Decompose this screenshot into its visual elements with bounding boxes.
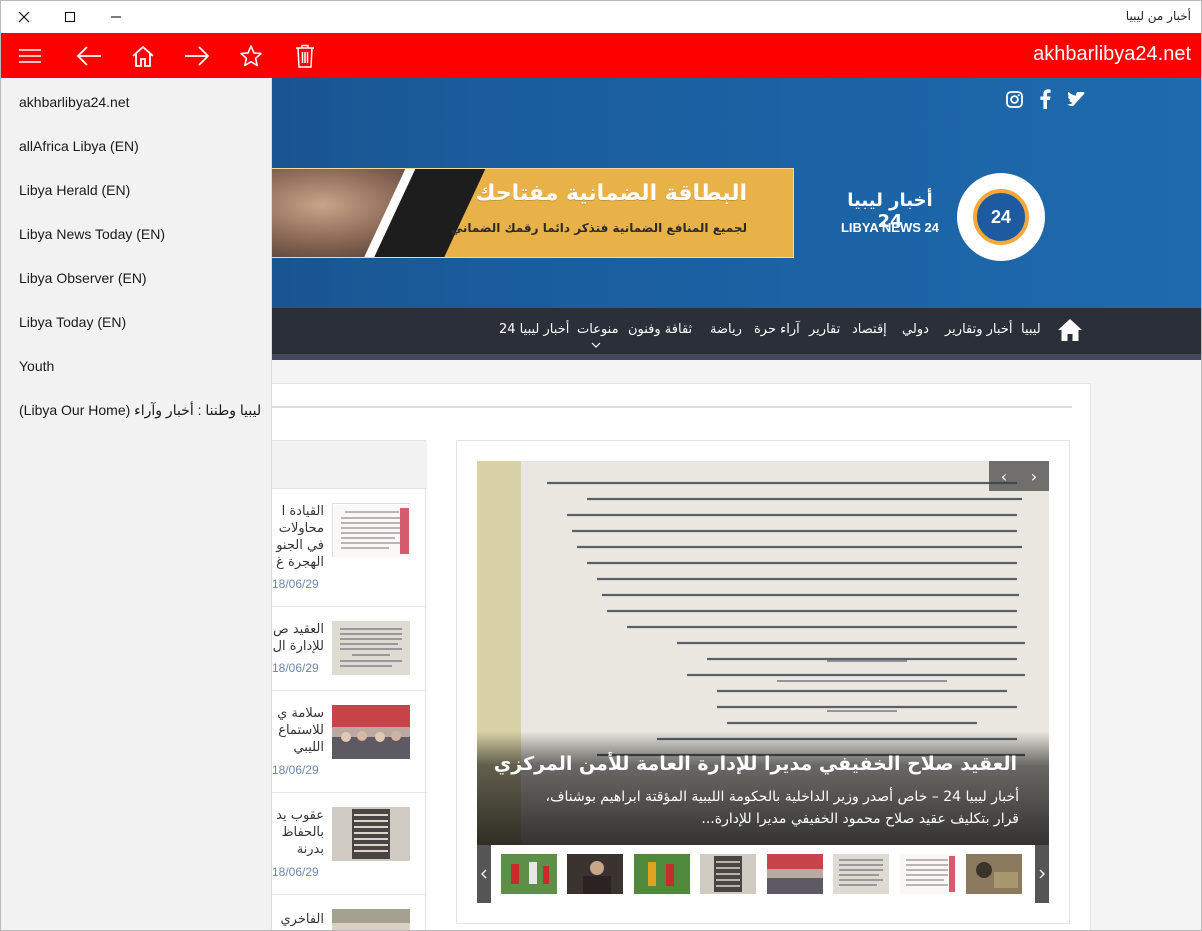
- drawer-item-libya-our-home[interactable]: ليبيا وطننا : أخبار وآراء (Libya Our Hom…: [19, 402, 261, 419]
- news-thumbnail[interactable]: [332, 503, 410, 557]
- drawer-item-libya-today[interactable]: Libya Today (EN): [19, 314, 126, 330]
- featured-slider: العقيد صلاح الخفيفي مديرا للإدارة العامة…: [456, 440, 1070, 924]
- nav-item-reports[interactable]: تقارير: [809, 322, 840, 337]
- drawer-item-akhbarlibya24[interactable]: akhbarlibya24.net: [19, 94, 130, 110]
- thumbs-next-button[interactable]: [1035, 845, 1049, 903]
- forward-button[interactable]: [170, 33, 224, 78]
- chevron-left-icon: [481, 869, 487, 879]
- nav-item-akhbar-libya[interactable]: أخبار ليبيا 24: [499, 322, 569, 337]
- news-title[interactable]: العقيد ص للإدارة ال: [272, 621, 324, 657]
- nav-item-sports[interactable]: رياضة: [710, 322, 742, 337]
- section-divider: [232, 406, 1072, 408]
- news-date: 18/06/29: [272, 865, 319, 879]
- news-list: القيادة ا محاولات في الجنو الهجرة غ 18/0…: [251, 440, 427, 930]
- minimize-icon: [111, 16, 121, 18]
- slide-next-button[interactable]: ›: [1019, 461, 1049, 491]
- nav-item-international[interactable]: دولي: [902, 322, 929, 337]
- drawer-item-youth[interactable]: Youth: [19, 358, 54, 374]
- news-list-header: [252, 441, 427, 489]
- app-bar: akhbarlibya24.net: [1, 33, 1201, 78]
- news-date: 18/06/29: [272, 763, 319, 777]
- forward-arrow-icon: [185, 45, 210, 66]
- nav-home-button[interactable]: [1057, 318, 1083, 344]
- slider-thumbnail[interactable]: [567, 854, 623, 894]
- news-date: 18/06/29: [272, 661, 319, 675]
- thumbs-prev-button[interactable]: [477, 845, 491, 903]
- home-button[interactable]: [116, 33, 170, 78]
- title-bar: أخبار من ليبيا: [1, 1, 1201, 33]
- slider-thumbnail[interactable]: [634, 854, 690, 894]
- chevron-right-icon: [1039, 869, 1045, 879]
- list-item[interactable]: العقيد ص للإدارة ال 18/06/29: [252, 607, 427, 691]
- drawer-item-allafrica[interactable]: allAfrica Libya (EN): [19, 138, 139, 154]
- slider-thumbnail[interactable]: [966, 854, 1022, 894]
- window-title: أخبار من ليبيا: [1125, 9, 1191, 23]
- close-icon: [18, 11, 30, 23]
- back-button[interactable]: [62, 33, 116, 78]
- news-title[interactable]: الفاخري خلال الح: [272, 911, 324, 930]
- menu-button[interactable]: [3, 33, 57, 78]
- slide-prev-button[interactable]: ‹: [989, 461, 1019, 491]
- delete-button[interactable]: [278, 33, 332, 78]
- drawer-item-libya-observer[interactable]: Libya Observer (EN): [19, 270, 147, 286]
- maximize-button[interactable]: [47, 1, 93, 33]
- close-button[interactable]: [1, 1, 47, 33]
- banner-title: البطاقة الضمانية مفتاحك: [475, 181, 747, 206]
- list-item[interactable]: عقوب يد بالحفاظ بدرنة 18/06/29: [252, 793, 427, 895]
- app-window: أخبار من ليبيا akhbarlibya24.net البطاقة…: [0, 0, 1202, 931]
- nav-item-culture[interactable]: ثقافة وفنون: [628, 322, 692, 337]
- drawer-item-libya-herald[interactable]: Libya Herald (EN): [19, 182, 130, 198]
- banner-subtitle: لجميع المنافع الضمانية فتذكر دائما رقمك …: [450, 221, 747, 235]
- news-title[interactable]: سلامة ي للاستماع الليبي: [272, 705, 324, 757]
- slider-thumbnail[interactable]: [833, 854, 889, 894]
- slider-thumbnails: [477, 845, 1049, 903]
- slider-thumbnail[interactable]: [900, 854, 956, 894]
- chevron-down-icon: [591, 342, 601, 348]
- nav-item-news-reports[interactable]: أخبار وتقارير: [945, 322, 1012, 337]
- news-thumbnail[interactable]: [332, 621, 410, 675]
- logo-mark: 24: [973, 189, 1029, 245]
- facebook-icon[interactable]: [1034, 88, 1056, 110]
- news-thumbnail[interactable]: [332, 909, 410, 930]
- news-thumbnail[interactable]: [332, 807, 410, 861]
- nav-drawer: akhbarlibya24.net allAfrica Libya (EN) L…: [1, 78, 272, 930]
- slide-description: أخبار ليبيا 24 – خاص أصدر وزير الداخلية …: [545, 789, 1019, 827]
- hamburger-icon: [19, 48, 41, 63]
- nav-item-economy[interactable]: إقتصاد: [852, 322, 887, 337]
- slider-thumbnail[interactable]: [501, 854, 557, 894]
- news-title[interactable]: عقوب يد بالحفاظ بدرنة: [272, 807, 324, 859]
- nav-item-misc[interactable]: منوعات: [577, 322, 619, 337]
- minimize-button[interactable]: [93, 1, 139, 33]
- maximize-icon: [64, 11, 76, 23]
- site-name-english: LIBYA NEWS 24: [840, 220, 939, 235]
- site-logo[interactable]: 24: [957, 173, 1045, 261]
- instagram-icon[interactable]: [1003, 88, 1025, 110]
- slider-thumbnail[interactable]: [767, 854, 823, 894]
- news-thumbnail[interactable]: [332, 705, 410, 759]
- ad-banner[interactable]: البطاقة الضمانية مفتاحك لجميع المنافع ال…: [241, 168, 794, 258]
- slider-thumbnail[interactable]: [700, 854, 756, 894]
- news-date: 18/06/29: [272, 577, 319, 591]
- slide-title[interactable]: العقيد صلاح الخفيفي مديرا للإدارة العامة…: [494, 753, 1017, 775]
- back-arrow-icon: [76, 45, 101, 66]
- home-icon: [1058, 319, 1082, 341]
- drawer-item-libya-news-today[interactable]: Libya News Today (EN): [19, 226, 165, 242]
- list-item[interactable]: سلامة ي للاستماع الليبي 18/06/29: [252, 691, 427, 793]
- twitter-icon[interactable]: [1065, 88, 1087, 110]
- trash-icon: [296, 44, 314, 68]
- news-title[interactable]: القيادة ا محاولات في الجنو الهجرة غ: [272, 503, 324, 573]
- home-icon: [132, 45, 154, 67]
- nav-item-opinions[interactable]: آراء حرة: [754, 322, 800, 337]
- slide-image[interactable]: العقيد صلاح الخفيفي مديرا للإدارة العامة…: [477, 461, 1049, 845]
- favorite-button[interactable]: [224, 33, 278, 78]
- list-item[interactable]: القيادة ا محاولات في الجنو الهجرة غ 18/0…: [252, 489, 427, 607]
- list-item[interactable]: الفاخري خلال الح: [252, 895, 427, 930]
- site-url: akhbarlibya24.net: [1033, 43, 1191, 65]
- nav-item-libya[interactable]: ليبيا: [1021, 322, 1041, 337]
- star-icon: [240, 44, 262, 66]
